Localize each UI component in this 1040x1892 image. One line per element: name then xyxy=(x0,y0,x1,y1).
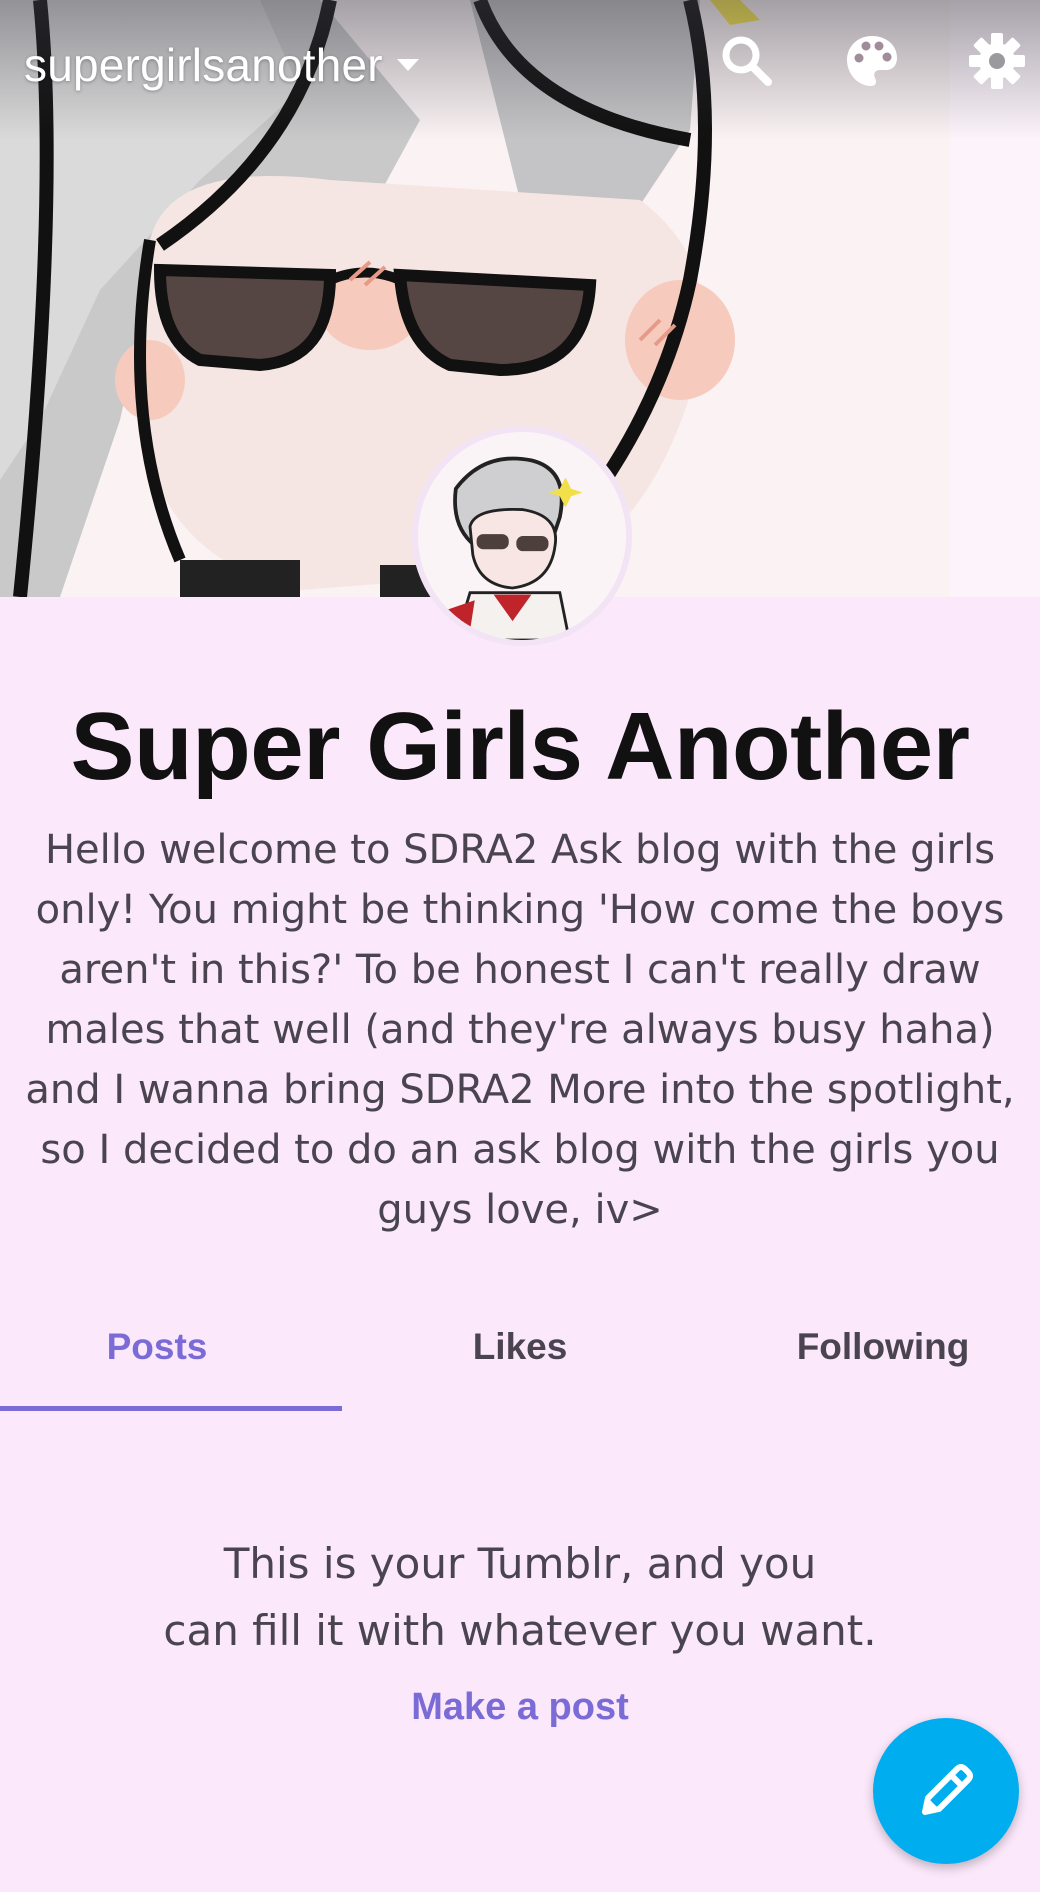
blog-name-label: supergirlsanother xyxy=(24,39,383,91)
make-post-link[interactable]: Make a post xyxy=(0,1686,1040,1729)
blog-title: Super Girls Another xyxy=(70,693,970,800)
top-bar: supergirlsanother xyxy=(0,0,1040,130)
active-tab-indicator xyxy=(0,1406,342,1411)
compose-button[interactable] xyxy=(873,1718,1019,1864)
avatar[interactable] xyxy=(412,426,632,646)
profile-tabs: Posts Likes Following xyxy=(0,1300,1040,1412)
gear-icon[interactable] xyxy=(968,32,1026,90)
pencil-icon xyxy=(922,1764,973,1815)
empty-state-line-1: This is your Tumblr, and you xyxy=(223,1539,817,1588)
tab-following[interactable]: Following xyxy=(710,1326,1040,1368)
tab-posts[interactable]: Posts xyxy=(0,1326,330,1368)
empty-state-line-2: can fill it with whatever you want. xyxy=(163,1606,877,1655)
empty-state-message: This is your Tumblr, and you can fill it… xyxy=(0,1530,1040,1664)
palette-icon[interactable] xyxy=(843,32,901,90)
blog-switcher[interactable]: supergirlsanother xyxy=(24,38,421,92)
tab-likes[interactable]: Likes xyxy=(347,1326,693,1368)
caret-down-icon xyxy=(396,59,419,71)
blog-page: supergirlsanother Super Girls Another He… xyxy=(0,0,1040,1892)
search-icon[interactable] xyxy=(718,32,776,90)
blog-description: Hello welcome to SDRA2 Ask blog with the… xyxy=(25,827,1015,1233)
